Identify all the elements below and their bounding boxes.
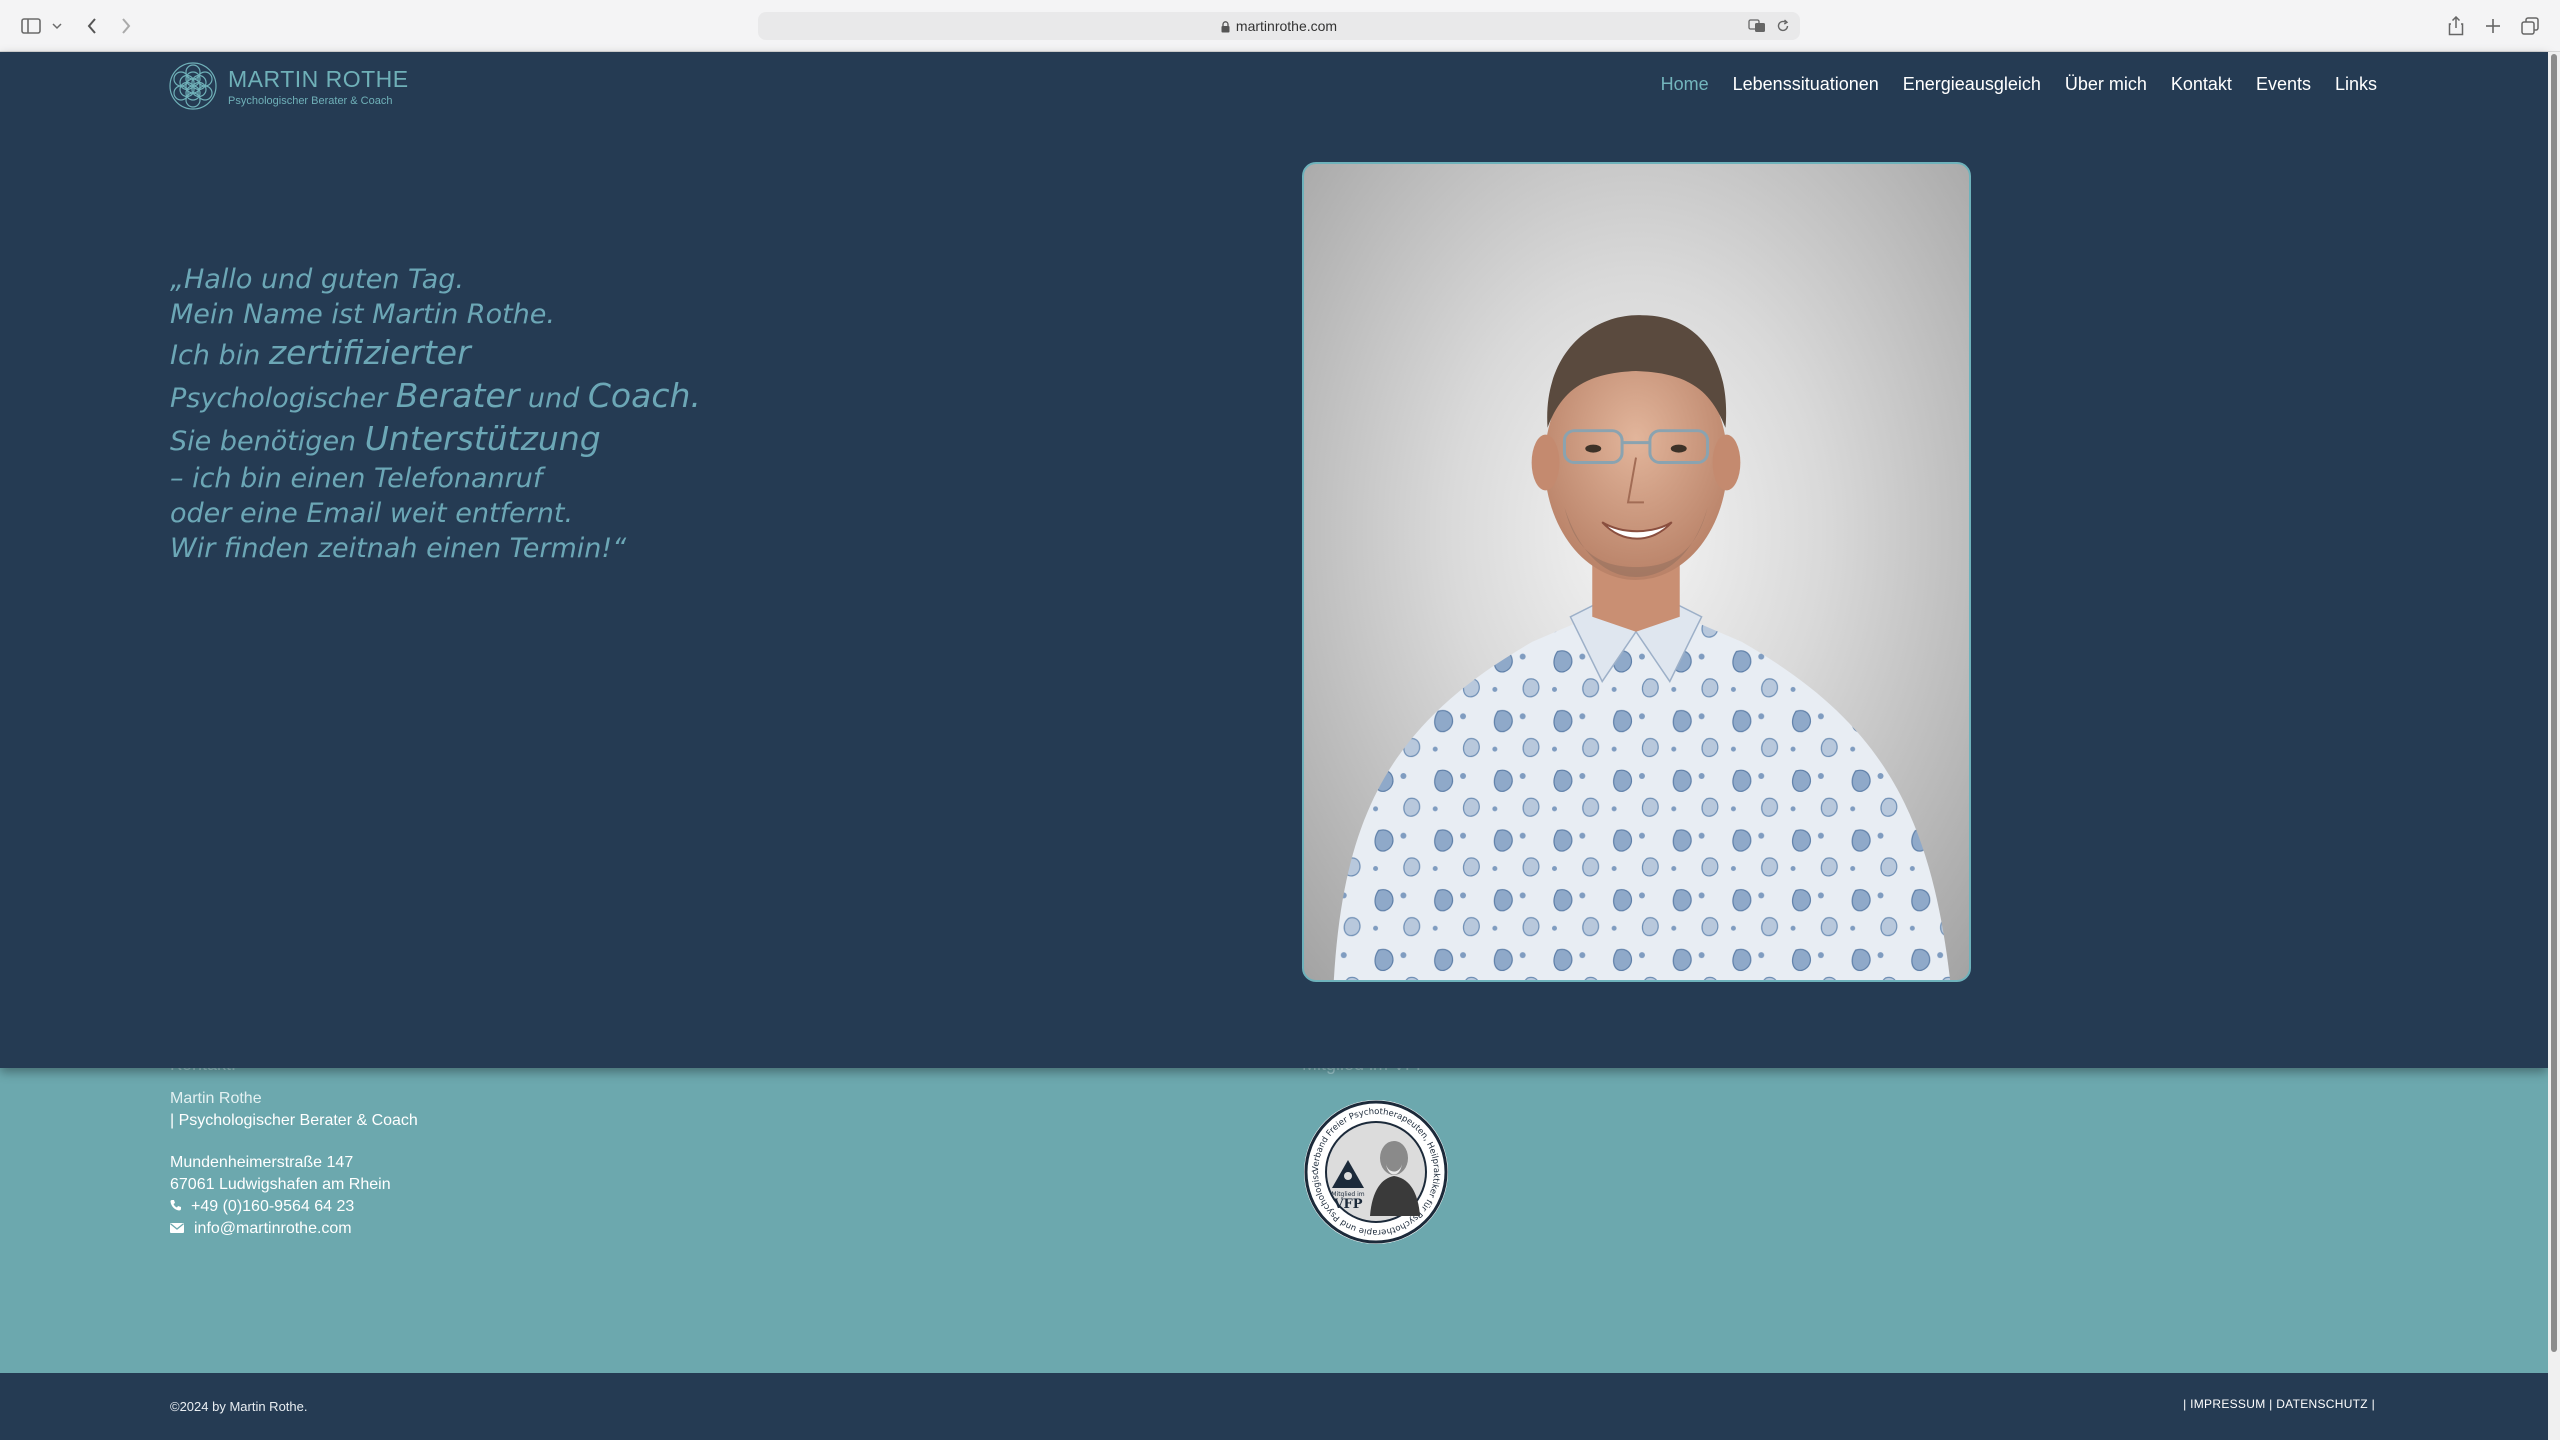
browser-toolbar: martinrothe.com: [0, 0, 2560, 52]
forward-icon[interactable]: [116, 12, 136, 40]
logo-subtitle: Psychologischer Berater & Coach: [228, 94, 393, 107]
quote-line: Mein Name ist Martin Rothe.: [170, 299, 555, 331]
quote-line: – ich bin einen Telefonanruf: [170, 462, 543, 494]
flower-of-life-icon: [169, 62, 217, 110]
site-logo[interactable]: MARTIN ROTHE Psychologischer Berater & C…: [168, 61, 409, 111]
nav-energieausgleich[interactable]: Energieausgleich: [1903, 74, 2041, 95]
contact-section: Kontakt: Martin Rothe | Psychologischer …: [0, 1054, 2548, 1373]
logo-name: MARTIN ROTHE: [228, 65, 409, 92]
chevron-down-icon[interactable]: [50, 12, 64, 40]
main-nav: Home Lebenssituationen Energieausgleich …: [1661, 74, 2377, 95]
new-tab-icon[interactable]: [2482, 12, 2504, 40]
quote-line: „Hallo und guten Tag.: [170, 264, 464, 295]
datenschutz-link[interactable]: DATENSCHUTZ: [2276, 1397, 2368, 1411]
url-text: martinrothe.com: [1235, 18, 1338, 34]
contact-role: | Psychologischer Berater & Coach: [170, 1112, 418, 1129]
nav-kontakt[interactable]: Kontakt: [2171, 74, 2232, 95]
impressum-link[interactable]: IMPRESSUM: [2190, 1397, 2265, 1411]
scrollbar-thumb[interactable]: [2551, 54, 2557, 1352]
contact-column: Kontakt: Martin Rothe | Psychologischer …: [170, 1054, 418, 1240]
page-scrollbar[interactable]: [2548, 52, 2560, 1440]
reload-icon[interactable]: [1776, 19, 1790, 33]
share-icon[interactable]: [2444, 12, 2468, 40]
nav-lebenssituationen[interactable]: Lebenssituationen: [1733, 74, 1879, 95]
sidebar-toggle-icon[interactable]: [18, 12, 44, 40]
quote-line: oder eine Email weit entfernt.: [170, 497, 574, 529]
contact-email[interactable]: info@martinrothe.com: [194, 1218, 352, 1240]
address-bar[interactable]: martinrothe.com: [758, 12, 1800, 40]
quote-line: Psychologischer Berater und Coach.: [170, 376, 701, 416]
hero-section: MARTIN ROTHE Psychologischer Berater & C…: [0, 52, 2548, 1068]
mail-icon: [170, 1218, 184, 1240]
translate-icon[interactable]: [1748, 19, 1766, 33]
back-icon[interactable]: [82, 12, 102, 40]
legal-links: | IMPRESSUM | DATENSCHUTZ |: [2183, 1397, 2375, 1411]
welcome-quote: „Hallo und guten Tag. Mein Name ist Mart…: [170, 262, 701, 566]
nav-events[interactable]: Events: [2256, 74, 2311, 95]
quote-line: Sie benötigen Unterstützung: [170, 418, 601, 458]
contact-name: Martin Rothe: [170, 1090, 262, 1107]
contact-city: 67061 Ludwigshafen am Rhein: [170, 1176, 391, 1193]
nav-ueber-mich[interactable]: Über mich: [2065, 74, 2147, 95]
lock-icon: [1221, 21, 1230, 33]
seal-label-vfp: VFP: [1332, 1197, 1362, 1212]
nav-home[interactable]: Home: [1661, 74, 1709, 95]
phone-icon: [170, 1196, 181, 1218]
quote-line: Wir finden zeitnah einen Termin!“: [170, 533, 627, 565]
portrait-photo: [1302, 162, 1971, 982]
vfp-seal[interactable]: Verband Freier Psychotherapeuten, Heilpr…: [1299, 1091, 1450, 1246]
tab-overview-icon[interactable]: [2518, 12, 2542, 40]
contact-phone[interactable]: +49 (0)160-9564 64 23: [191, 1196, 354, 1218]
footer: ©2024 by Martin Rothe. | IMPRESSUM | DAT…: [0, 1373, 2548, 1440]
contact-street: Mundenheimerstraße 147: [170, 1154, 354, 1171]
nav-links[interactable]: Links: [2335, 74, 2377, 95]
quote-line: Ich bin zertifizierter: [170, 333, 471, 373]
copyright: ©2024 by Martin Rothe.: [170, 1399, 308, 1414]
